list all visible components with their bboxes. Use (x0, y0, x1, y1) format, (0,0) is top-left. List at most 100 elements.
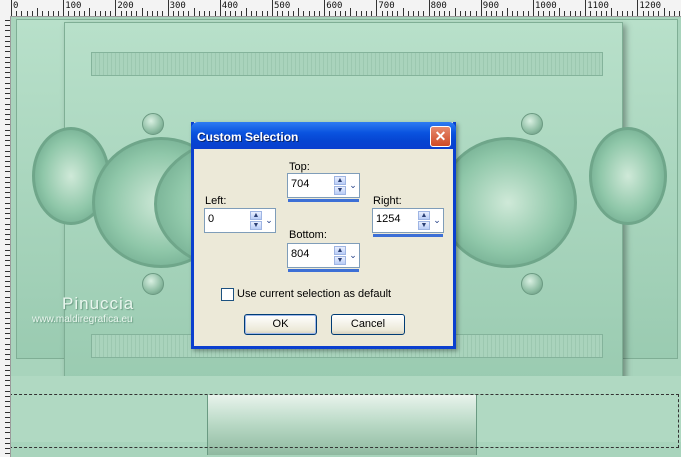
ruler-minor-tick (193, 8, 195, 16)
default-selection-checkbox[interactable] (221, 288, 234, 301)
ruler-minor-tick (5, 119, 10, 121)
spin-up-icon[interactable]: ▲ (334, 176, 346, 185)
ruler-minor-tick (397, 11, 399, 16)
spin-up-icon[interactable]: ▲ (334, 246, 346, 255)
close-button[interactable]: ✕ (430, 126, 451, 147)
chevron-down-icon[interactable]: ⌄ (347, 246, 359, 265)
ruler-minor-tick (5, 51, 10, 53)
ok-button[interactable]: OK (244, 314, 317, 335)
ruler-minor-tick (5, 160, 10, 162)
spin-up-icon[interactable]: ▲ (418, 211, 430, 220)
ruler-minor-tick (104, 11, 106, 16)
ruler-minor-tick (339, 11, 341, 16)
chevron-down-icon[interactable]: ⌄ (263, 211, 275, 230)
ruler-minor-tick (5, 108, 10, 110)
ruler-label: 1200 (639, 1, 662, 11)
ruler-major-tick (585, 0, 587, 16)
ruler-minor-tick (5, 129, 10, 131)
ruler-minor-tick (5, 40, 10, 42)
ruler-major-tick (637, 0, 639, 16)
ruler-minor-tick (5, 187, 10, 189)
ruler-minor-tick (5, 369, 10, 371)
ruler-minor-tick (5, 390, 10, 392)
ruler-minor-tick (470, 11, 472, 16)
ruler-minor-tick (465, 11, 467, 16)
spin-down-icon[interactable]: ▼ (250, 221, 262, 230)
ruler-major-tick (480, 0, 482, 16)
ruler-minor-tick (5, 103, 10, 105)
ruler-minor-tick (5, 343, 10, 345)
ruler-minor-tick (57, 11, 59, 16)
ruler-minor-tick (277, 11, 279, 16)
ruler-minor-tick (5, 254, 10, 256)
top-slider-bar[interactable] (288, 199, 359, 202)
ruler-minor-tick (5, 364, 10, 366)
bottom-spinbox[interactable]: 804 ▲ ▼ ⌄ (287, 243, 360, 272)
ruler-minor-tick (386, 11, 388, 16)
ruler-minor-tick (5, 244, 10, 246)
ruler-label: 0 (13, 1, 19, 11)
ruler-minor-tick (5, 35, 10, 37)
ruler-minor-tick (5, 286, 10, 288)
ruler-minor-tick (94, 11, 96, 16)
ruler-minor-tick (5, 395, 10, 397)
default-selection-label[interactable]: Use current selection as default (237, 288, 391, 300)
right-value[interactable]: 1254 (376, 213, 400, 225)
spin-down-icon[interactable]: ▼ (334, 186, 346, 195)
ruler-minor-tick (673, 11, 675, 16)
ruler-minor-tick (360, 11, 362, 16)
ruler-minor-tick (245, 8, 247, 16)
ruler-minor-tick (5, 145, 10, 147)
ruler-minor-tick (642, 11, 644, 16)
top-spinbox[interactable]: 704 ▲ ▼ ⌄ (287, 173, 360, 202)
ruler-minor-tick (172, 11, 174, 16)
ruler-minor-tick (136, 11, 138, 16)
ruler-minor-tick (5, 327, 10, 329)
ruler-minor-tick (313, 11, 315, 16)
chevron-down-icon[interactable]: ⌄ (347, 176, 359, 195)
ruler-label: 300 (169, 1, 186, 11)
ruler-minor-tick (5, 46, 10, 48)
ruler-minor-tick (37, 8, 39, 16)
top-label: Top: (289, 161, 310, 173)
spin-up-icon[interactable]: ▲ (250, 211, 262, 220)
ruler-minor-tick (99, 11, 101, 16)
top-value[interactable]: 704 (291, 178, 309, 190)
ruler-minor-tick (308, 11, 310, 16)
ruler-minor-tick (345, 11, 347, 16)
ruler-minor-tick (298, 8, 300, 16)
ruler-label: 400 (221, 1, 239, 11)
spin-down-icon[interactable]: ▼ (418, 221, 430, 230)
ruler-minor-tick (402, 8, 404, 16)
ruler-minor-tick (78, 11, 80, 16)
ruler-minor-tick (5, 176, 10, 178)
ruler-label: 100 (65, 1, 82, 11)
selection-marquee[interactable] (11, 394, 679, 448)
ruler-minor-tick (5, 239, 10, 241)
ruler-minor-tick (5, 385, 10, 387)
ruler-minor-tick (5, 270, 10, 272)
ruler-minor-tick (5, 281, 10, 282)
ruler-minor-tick (5, 301, 10, 303)
cancel-button[interactable]: Cancel (331, 314, 405, 335)
ruler-minor-tick (569, 11, 571, 16)
spin-down-icon[interactable]: ▼ (334, 256, 346, 265)
ruler-minor-tick (5, 448, 10, 450)
ruler-minor-tick (668, 11, 670, 16)
ruler-minor-tick (423, 11, 425, 16)
ruler-minor-tick (5, 307, 10, 309)
bottom-slider-bar[interactable] (288, 269, 359, 272)
bottom-value[interactable]: 804 (291, 248, 309, 260)
left-spinbox[interactable]: 0 ▲ ▼ ⌄ (204, 208, 276, 233)
ruler-minor-tick (240, 11, 242, 16)
watermark-site: www.maldiregrafica.eu (32, 314, 133, 325)
ruler-minor-tick (621, 11, 623, 16)
ruler-minor-tick (5, 140, 10, 142)
ruler-major-tick (428, 0, 430, 16)
ruler-minor-tick (595, 11, 597, 16)
ruler-minor-tick (256, 11, 258, 16)
chevron-down-icon[interactable]: ⌄ (431, 211, 443, 230)
right-slider-bar[interactable] (373, 234, 443, 237)
left-value[interactable]: 0 (208, 213, 214, 225)
right-spinbox[interactable]: 1254 ▲ ▼ ⌄ (372, 208, 444, 237)
